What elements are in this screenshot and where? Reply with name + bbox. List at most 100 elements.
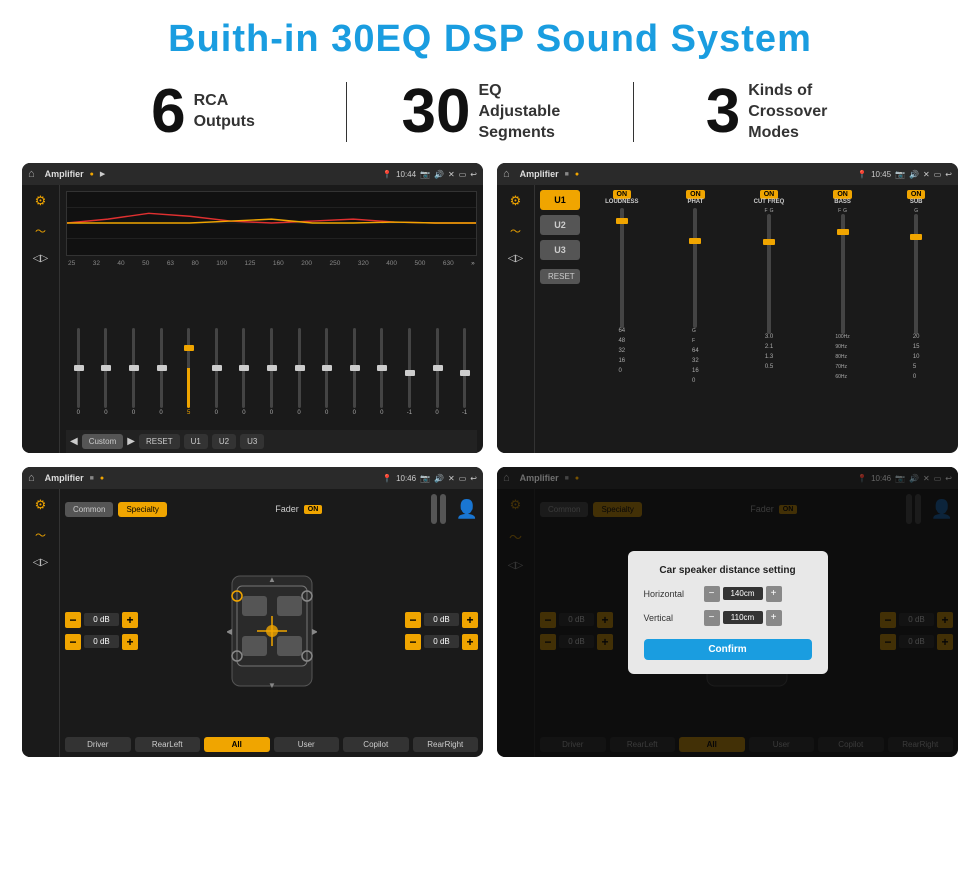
stat-eq-number: 30 xyxy=(402,81,471,143)
fader-close-icon: ✕ xyxy=(448,474,455,483)
fader-filter-icon[interactable]: ⚙ xyxy=(35,497,47,513)
eq-slider-12[interactable]: -1 xyxy=(397,328,422,428)
location-icon: 📍 xyxy=(382,170,392,179)
stat-rca-number: 6 xyxy=(151,81,185,143)
svg-text:◀: ◀ xyxy=(227,627,233,636)
cross-vol-icon2[interactable]: ◁▷ xyxy=(508,253,523,264)
vol-val-bl: 0 dB xyxy=(84,635,119,648)
eq-vol-icon[interactable]: ◁▷ xyxy=(33,253,48,264)
eq-prev-btn[interactable]: ◀ xyxy=(70,436,78,447)
eq-custom-btn[interactable]: Custom xyxy=(82,434,124,449)
cross-home-icon[interactable]: ⌂ xyxy=(503,168,510,180)
bass-f: F xyxy=(838,208,841,214)
vol-plus-bl[interactable]: + xyxy=(122,634,138,650)
fader-slider-1[interactable] xyxy=(431,494,437,524)
vol-minus-tr[interactable]: − xyxy=(405,612,421,628)
phat-v3: 16 xyxy=(692,368,699,374)
sub-v1: 20 xyxy=(913,334,920,340)
vertical-plus-btn[interactable]: + xyxy=(766,610,782,626)
eq-slider-11[interactable]: 0 xyxy=(370,328,395,428)
volume-icon: 🔊 xyxy=(434,170,444,179)
confirm-button[interactable]: Confirm xyxy=(644,639,812,660)
cross-wave-icon[interactable]: 〜 xyxy=(510,223,521,239)
fader-dot: ■ xyxy=(90,475,94,482)
cross-reset-btn[interactable]: RESET xyxy=(540,269,580,284)
preset-u1-btn[interactable]: U1 xyxy=(540,190,580,210)
dialog-screen-card: ⌂ Amplifier ■ ● 📍 10:46 📷 🔊 ✕ ▭ ↩ ⚙ 〜 ◁▷ xyxy=(497,467,958,757)
sub-v4: 5 xyxy=(913,364,920,370)
vol-plus-tl[interactable]: + xyxy=(122,612,138,628)
eq-wave-icon[interactable]: 〜 xyxy=(35,223,46,239)
eq-slider-0[interactable]: 0 xyxy=(66,328,91,428)
loudness-on-badge: ON xyxy=(613,190,632,199)
vol-minus-bl[interactable]: − xyxy=(65,634,81,650)
rearleft-btn[interactable]: RearLeft xyxy=(135,737,201,752)
eq-u3-btn[interactable]: U3 xyxy=(240,434,264,449)
fader-screen-card: ⌂ Amplifier ■ ● 📍 10:46 📷 🔊 ✕ ▭ ↩ ⚙ 〜 ◁▷ xyxy=(22,467,483,757)
horizontal-minus-btn[interactable]: − xyxy=(704,586,720,602)
horizontal-plus-btn[interactable]: + xyxy=(766,586,782,602)
car-diagram-svg: ▲ ▼ ◀ ▶ xyxy=(227,566,317,696)
fader-wave-icon[interactable]: 〜 xyxy=(35,527,46,543)
stat-crossover: 3 Kinds ofCrossover Modes xyxy=(634,81,920,143)
eq-status-bar: ⌂ Amplifier ● ▶ 📍 10:44 📷 🔊 ✕ ▭ ↩ xyxy=(22,163,483,185)
fader-slider-2[interactable] xyxy=(440,494,446,524)
cross-sliders: ON LOUDNESS 64 48 32 16 0 xyxy=(585,190,953,448)
fader-back-icon: ↩ xyxy=(470,474,477,483)
eq-slider-10[interactable]: 0 xyxy=(342,328,367,428)
cross-presets: U1 U2 U3 RESET xyxy=(540,190,580,448)
eq-screen-card: ⌂ Amplifier ● ▶ 📍 10:44 📷 🔊 ✕ ▭ ↩ ⚙ 〜 ◁▷ xyxy=(22,163,483,453)
eq-slider-2[interactable]: 0 xyxy=(121,328,146,428)
cutfreq-on-badge: ON xyxy=(760,190,779,199)
all-btn[interactable]: All xyxy=(204,737,270,752)
eq-sidebar: ⚙ 〜 ◁▷ xyxy=(22,185,60,453)
rearright-btn[interactable]: RearRight xyxy=(413,737,479,752)
vol-ctrl-tr: − 0 dB + xyxy=(405,612,478,628)
fader-top-bar: Common Specialty Fader ON 👤 xyxy=(65,494,478,524)
cross-dot: ■ xyxy=(565,171,569,178)
eq-slider-1[interactable]: 0 xyxy=(94,328,119,428)
eq-filter-icon[interactable]: ⚙ xyxy=(35,193,47,209)
left-vol-controls: − 0 dB + − 0 dB + xyxy=(65,529,138,732)
vol-plus-br[interactable]: + xyxy=(462,634,478,650)
bass-on-badge: ON xyxy=(833,190,852,199)
eq-u2-btn[interactable]: U2 xyxy=(212,434,236,449)
vertical-minus-btn[interactable]: − xyxy=(704,610,720,626)
fader-time: 10:46 xyxy=(396,474,416,483)
eq-slider-4[interactable]: 5 xyxy=(176,328,201,428)
car-diagram-container: ▲ ▼ ◀ ▶ xyxy=(146,529,397,732)
freq-32: 32 xyxy=(93,260,100,267)
preset-u3-btn[interactable]: U3 xyxy=(540,240,580,260)
preset-u2-btn[interactable]: U2 xyxy=(540,215,580,235)
driver-btn[interactable]: Driver xyxy=(65,737,131,752)
user-btn[interactable]: User xyxy=(274,737,340,752)
vol-minus-tl[interactable]: − xyxy=(65,612,81,628)
screens-grid: ⌂ Amplifier ● ▶ 📍 10:44 📷 🔊 ✕ ▭ ↩ ⚙ 〜 ◁▷ xyxy=(0,157,980,767)
eq-next-btn[interactable]: ▶ xyxy=(127,436,135,447)
fader-common-tab[interactable]: Common xyxy=(65,502,113,517)
fader-specialty-tab[interactable]: Specialty xyxy=(118,502,166,517)
cross-filter-icon[interactable]: ⚙ xyxy=(510,193,522,209)
eq-slider-6[interactable]: 0 xyxy=(232,328,257,428)
eq-slider-5[interactable]: 0 xyxy=(204,328,229,428)
eq-slider-9[interactable]: 0 xyxy=(314,328,339,428)
vol-minus-br[interactable]: − xyxy=(405,634,421,650)
eq-curve-svg xyxy=(67,192,476,255)
eq-u1-btn[interactable]: U1 xyxy=(184,434,208,449)
eq-slider-8[interactable]: 0 xyxy=(287,328,312,428)
eq-slider-14[interactable]: -1 xyxy=(452,328,477,428)
home-icon[interactable]: ⌂ xyxy=(28,168,35,180)
copilot-btn[interactable]: Copilot xyxy=(343,737,409,752)
eq-slider-7[interactable]: 0 xyxy=(259,328,284,428)
fader-home-icon[interactable]: ⌂ xyxy=(28,472,35,484)
freq-500: 500 xyxy=(415,260,426,267)
more-icon[interactable]: » xyxy=(471,260,475,267)
vertical-stepper: − 110cm + xyxy=(704,610,782,626)
fader-vol-icon2[interactable]: ◁▷ xyxy=(33,557,48,568)
vol-plus-tr[interactable]: + xyxy=(462,612,478,628)
eq-slider-3[interactable]: 0 xyxy=(149,328,174,428)
cross-app-name: Amplifier xyxy=(520,169,559,179)
eq-slider-13[interactable]: 0 xyxy=(425,328,450,428)
fader-user-icon[interactable]: 👤 xyxy=(456,499,478,520)
eq-reset-btn[interactable]: RESET xyxy=(139,434,180,449)
